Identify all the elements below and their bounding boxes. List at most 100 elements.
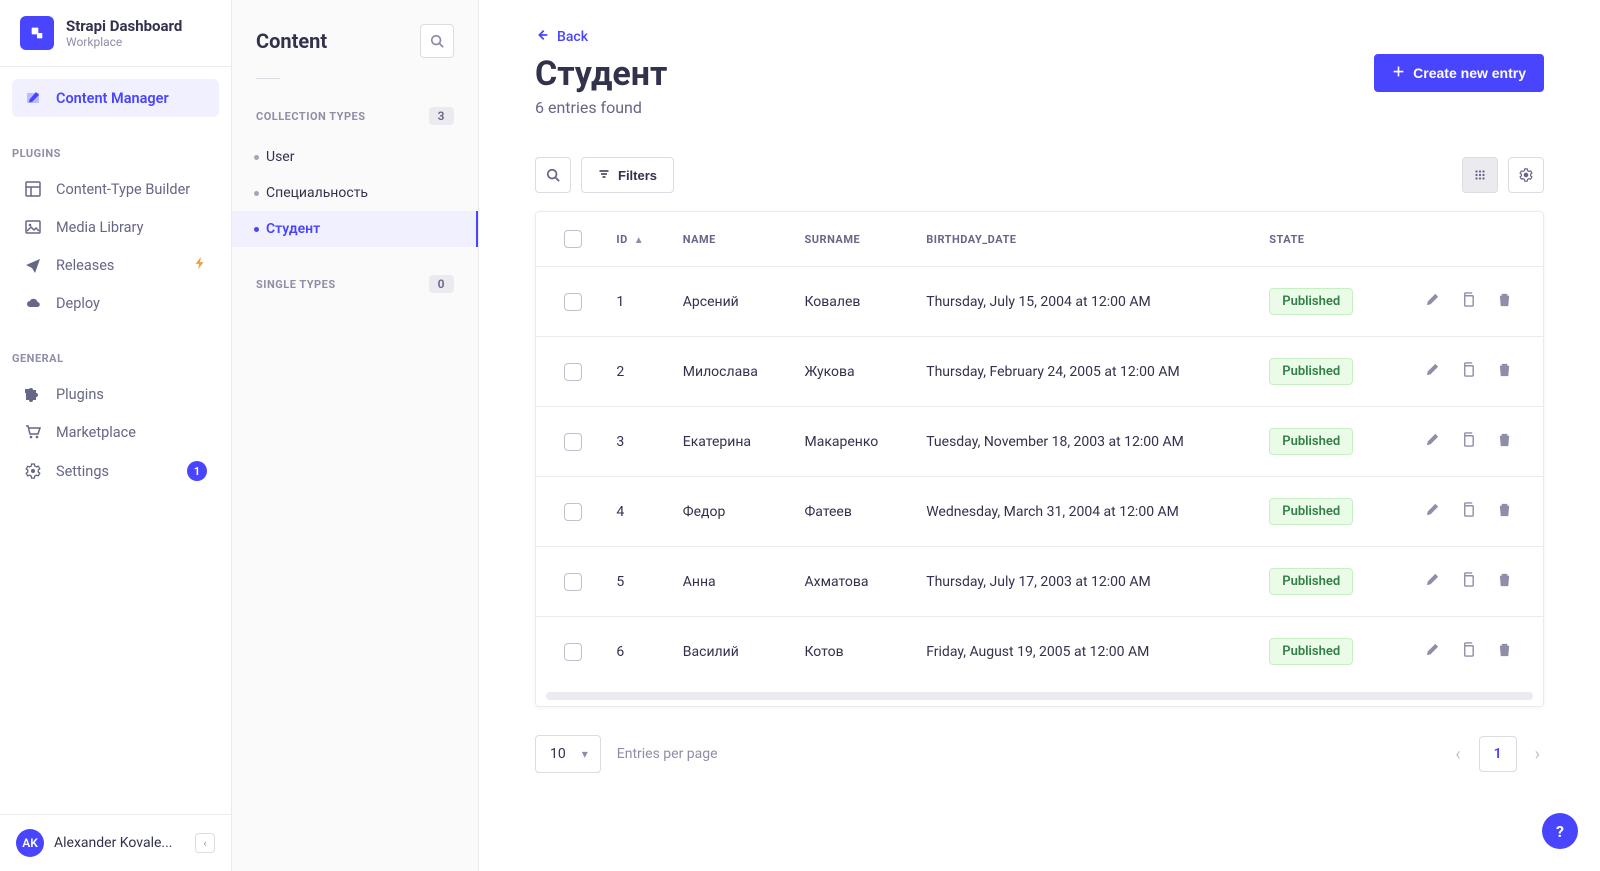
strapi-logo-icon bbox=[20, 16, 54, 50]
nav-deploy[interactable]: Deploy bbox=[12, 284, 219, 322]
table-search-button[interactable] bbox=[535, 157, 571, 193]
prev-page-button[interactable]: ‹ bbox=[1451, 740, 1464, 769]
edit-button[interactable] bbox=[1421, 362, 1443, 377]
nav-releases[interactable]: Releases bbox=[12, 246, 219, 284]
nav-label: Marketplace bbox=[56, 424, 136, 441]
delete-button[interactable] bbox=[1493, 362, 1515, 377]
col-header-surname[interactable]: SURNAME bbox=[791, 212, 913, 267]
page-subtitle: 6 entries found bbox=[535, 98, 667, 117]
table-row[interactable]: 5АннаАхматоваThursday, July 17, 2003 at … bbox=[536, 547, 1543, 617]
table-row[interactable]: 6ВасилийКотовFriday, August 19, 2005 at … bbox=[536, 617, 1543, 687]
ctype-specialty[interactable]: Специальность bbox=[232, 175, 478, 211]
edit-button[interactable] bbox=[1421, 572, 1443, 587]
user-name: Alexander Kovale... bbox=[54, 835, 185, 851]
edit-button[interactable] bbox=[1421, 502, 1443, 517]
status-badge: Published bbox=[1269, 568, 1353, 595]
create-entry-button[interactable]: Create new entry bbox=[1374, 54, 1544, 92]
delete-button[interactable] bbox=[1493, 432, 1515, 447]
status-badge: Published bbox=[1269, 288, 1353, 315]
avatar[interactable]: AK bbox=[16, 829, 44, 857]
row-checkbox[interactable] bbox=[564, 293, 582, 311]
ctype-label: Студент bbox=[266, 221, 320, 237]
copy-button[interactable] bbox=[1457, 572, 1479, 587]
cell-birthday: Thursday, July 15, 2004 at 12:00 AM bbox=[912, 267, 1255, 337]
sort-caret-icon: ▲ bbox=[634, 235, 644, 246]
nav-media-library[interactable]: Media Library bbox=[12, 208, 219, 246]
help-button[interactable]: ? bbox=[1542, 813, 1578, 849]
copy-button[interactable] bbox=[1457, 642, 1479, 657]
row-checkbox[interactable] bbox=[564, 363, 582, 381]
nav-settings[interactable]: Settings 1 bbox=[12, 451, 219, 491]
nav-label: Releases bbox=[56, 257, 114, 274]
delete-button[interactable] bbox=[1493, 502, 1515, 517]
collapse-sidebar-button[interactable]: ‹ bbox=[195, 833, 215, 853]
collection-types-header: COLLECTION TYPES 3 bbox=[232, 79, 478, 139]
cell-birthday: Tuesday, November 18, 2003 at 12:00 AM bbox=[912, 407, 1255, 477]
nav-label: Content-Type Builder bbox=[56, 181, 190, 198]
nav-label: Settings bbox=[56, 463, 109, 480]
row-checkbox[interactable] bbox=[564, 503, 582, 521]
cell-id: 4 bbox=[602, 477, 668, 547]
page-size-select[interactable]: 10 bbox=[535, 735, 601, 773]
delete-button[interactable] bbox=[1493, 292, 1515, 307]
row-checkbox[interactable] bbox=[564, 433, 582, 451]
user-footer: AK Alexander Kovale... ‹ bbox=[0, 814, 231, 871]
delete-button[interactable] bbox=[1493, 642, 1515, 657]
back-link[interactable]: Back bbox=[535, 28, 1544, 46]
filters-button[interactable]: Filters bbox=[581, 157, 674, 193]
gear-icon bbox=[24, 462, 42, 480]
content-search-button[interactable] bbox=[420, 24, 454, 58]
status-badge: Published bbox=[1269, 638, 1353, 665]
columns-button[interactable] bbox=[1462, 157, 1498, 193]
cell-birthday: Wednesday, March 31, 2004 at 12:00 AM bbox=[912, 477, 1255, 547]
ctype-student[interactable]: Студент bbox=[232, 211, 478, 247]
row-checkbox[interactable] bbox=[564, 643, 582, 661]
layout-icon bbox=[24, 180, 42, 198]
nav-content-manager[interactable]: Content Manager bbox=[12, 79, 219, 117]
ctype-user[interactable]: User bbox=[232, 139, 478, 175]
col-header-state[interactable]: STATE bbox=[1255, 212, 1388, 267]
cell-name: Анна bbox=[669, 547, 791, 617]
copy-button[interactable] bbox=[1457, 432, 1479, 447]
col-header-id[interactable]: ID▲ bbox=[602, 212, 668, 267]
brand-subtitle: Workplace bbox=[66, 35, 182, 49]
table-row[interactable]: 2МилославаЖуковаThursday, February 24, 2… bbox=[536, 337, 1543, 407]
status-badge: Published bbox=[1269, 358, 1353, 385]
col-header-birthday[interactable]: BIRTHDAY_DATE bbox=[912, 212, 1255, 267]
table-row[interactable]: 1АрсенийКовалевThursday, July 15, 2004 a… bbox=[536, 267, 1543, 337]
create-entry-label: Create new entry bbox=[1413, 65, 1526, 81]
paper-plane-icon bbox=[24, 256, 42, 274]
brand-text: Strapi Dashboard Workplace bbox=[66, 17, 182, 49]
delete-button[interactable] bbox=[1493, 572, 1515, 587]
nav-content-type-builder[interactable]: Content-Type Builder bbox=[12, 170, 219, 208]
edit-button[interactable] bbox=[1421, 642, 1443, 657]
nav-marketplace[interactable]: Marketplace bbox=[12, 413, 219, 451]
nav-label: Deploy bbox=[56, 295, 100, 312]
cell-id: 2 bbox=[602, 337, 668, 407]
col-header-name[interactable]: NAME bbox=[669, 212, 791, 267]
cell-birthday: Thursday, February 24, 2005 at 12:00 AM bbox=[912, 337, 1255, 407]
select-all-checkbox[interactable] bbox=[564, 230, 582, 248]
cell-id: 1 bbox=[602, 267, 668, 337]
copy-button[interactable] bbox=[1457, 362, 1479, 377]
copy-button[interactable] bbox=[1457, 292, 1479, 307]
current-page[interactable]: 1 bbox=[1479, 736, 1517, 772]
brand-block: Strapi Dashboard Workplace bbox=[0, 0, 231, 67]
copy-button[interactable] bbox=[1457, 502, 1479, 517]
cell-birthday: Thursday, July 17, 2003 at 12:00 AM bbox=[912, 547, 1255, 617]
next-page-button[interactable]: › bbox=[1531, 740, 1544, 769]
table-row[interactable]: 3ЕкатеринаМакаренкоTuesday, November 18,… bbox=[536, 407, 1543, 477]
cell-name: Василий bbox=[669, 617, 791, 687]
plus-icon bbox=[1392, 65, 1405, 81]
horizontal-scrollbar[interactable] bbox=[546, 692, 1533, 700]
cell-id: 5 bbox=[602, 547, 668, 617]
filter-icon bbox=[598, 168, 610, 183]
edit-button[interactable] bbox=[1421, 432, 1443, 447]
edit-button[interactable] bbox=[1421, 292, 1443, 307]
status-badge: Published bbox=[1269, 498, 1353, 525]
back-label: Back bbox=[557, 29, 588, 45]
table-settings-button[interactable] bbox=[1508, 157, 1544, 193]
row-checkbox[interactable] bbox=[564, 573, 582, 591]
nav-plugins[interactable]: Plugins bbox=[12, 375, 219, 413]
table-row[interactable]: 4ФедорФатеевWednesday, March 31, 2004 at… bbox=[536, 477, 1543, 547]
